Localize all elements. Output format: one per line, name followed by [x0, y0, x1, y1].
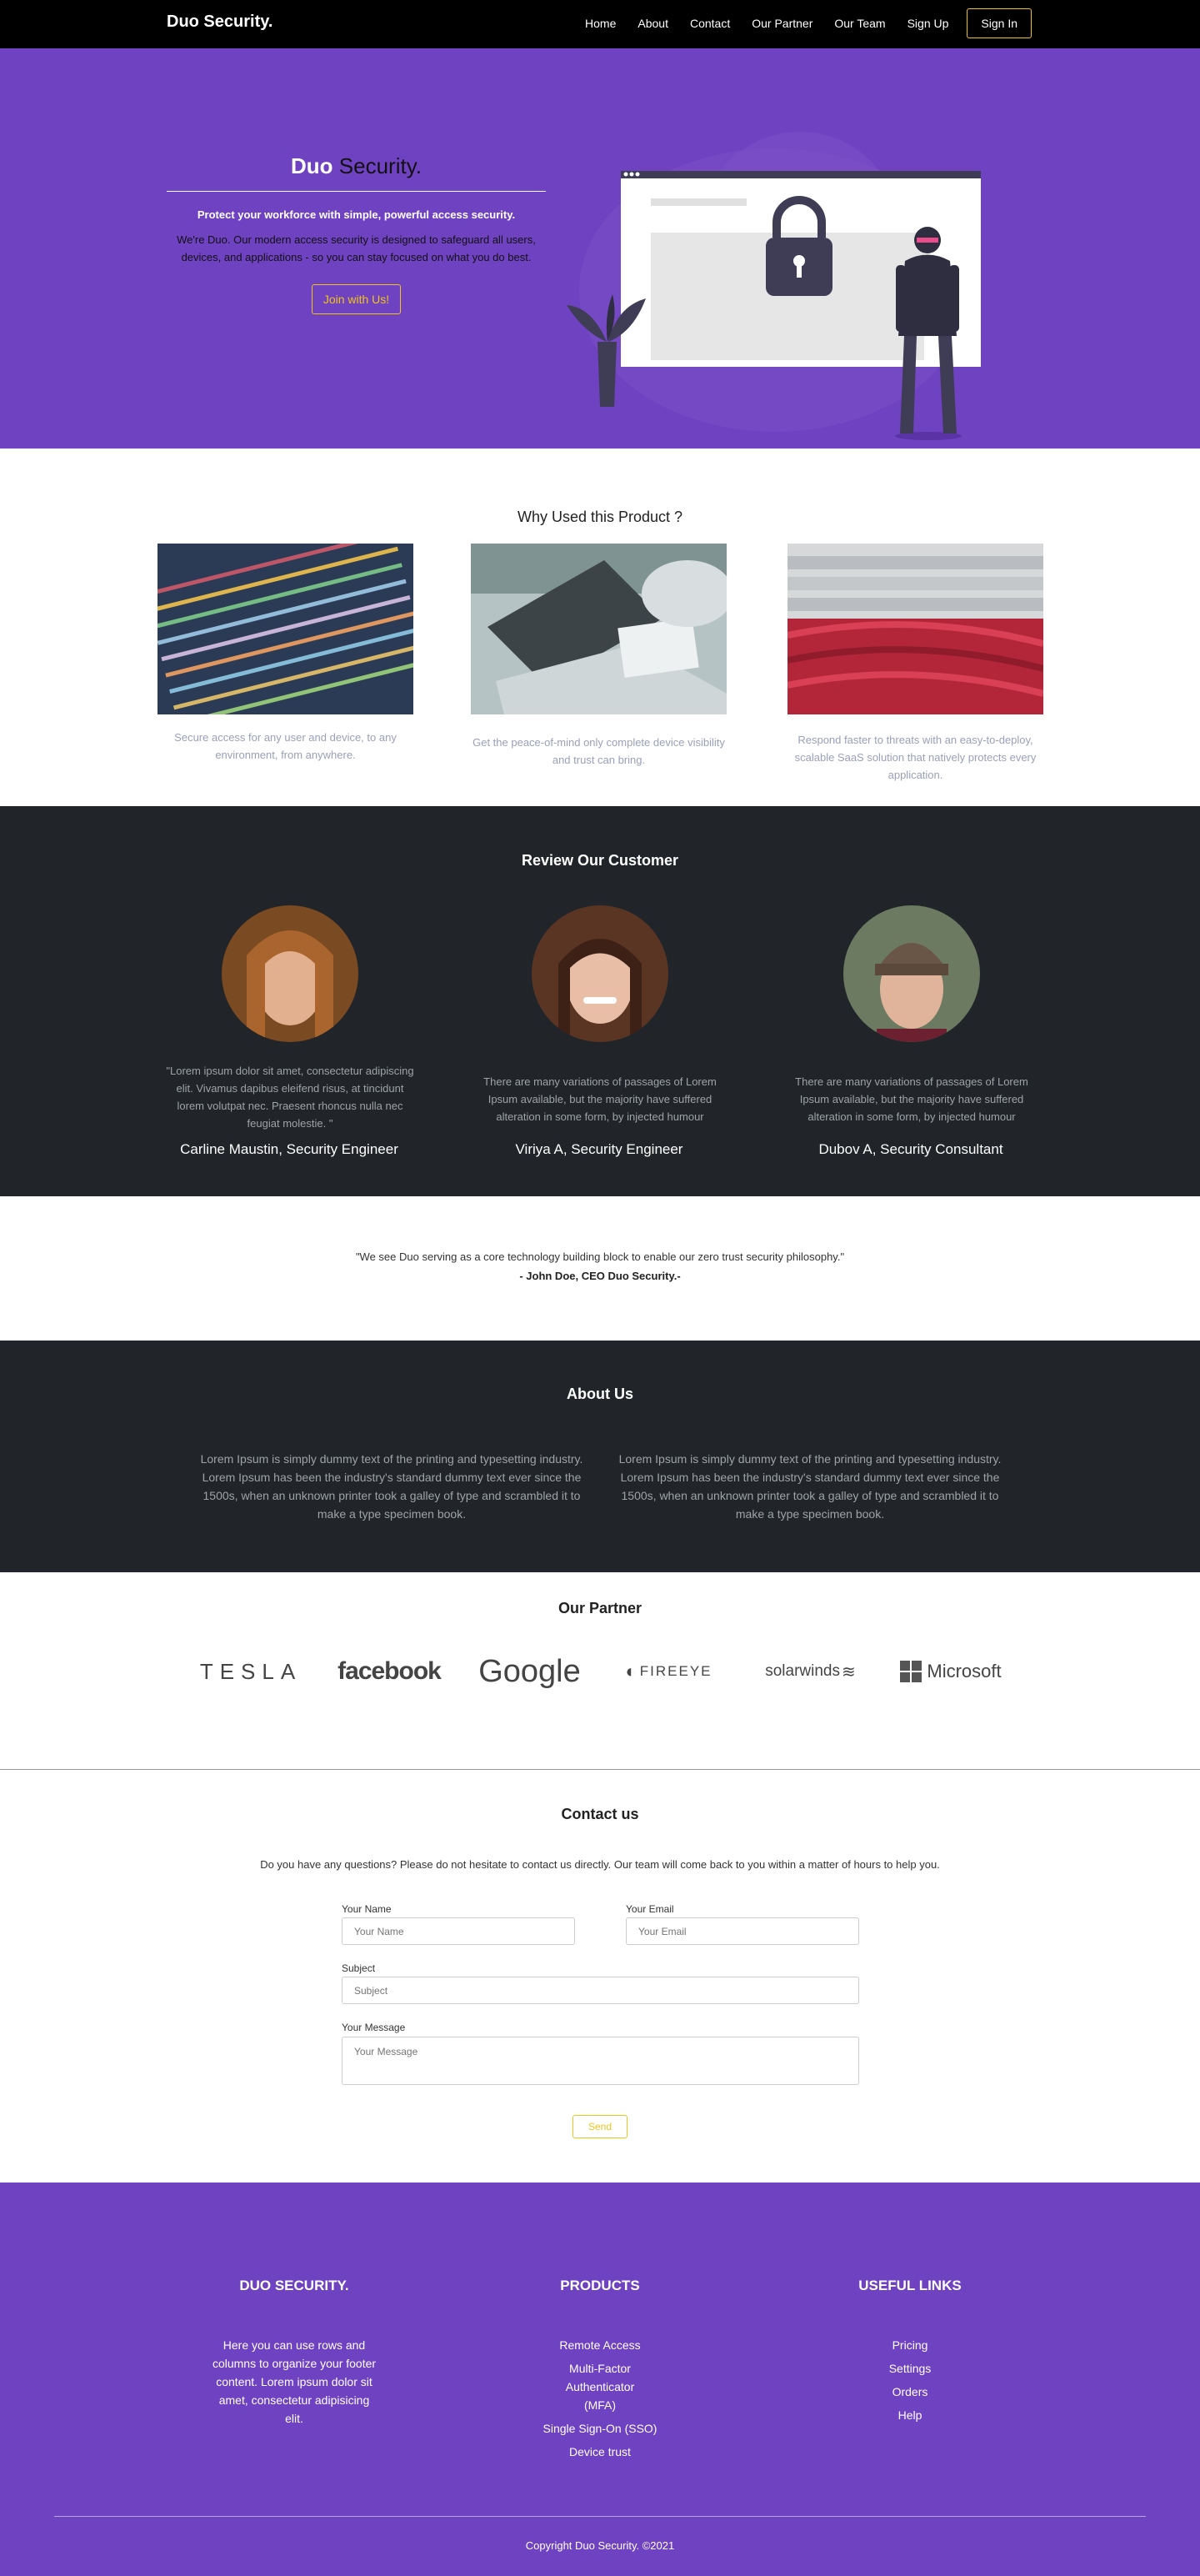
facebook-logo-text: facebook: [338, 1657, 442, 1685]
review-1-name: Carline Maustin, Security Engineer: [180, 1141, 398, 1157]
footer-links-title: USEFUL LINKS: [858, 2278, 962, 2293]
footer-link-remote-access[interactable]: Remote Access: [475, 2336, 725, 2354]
tesla-logo: TESLA: [197, 1655, 305, 1688]
brand-logo[interactable]: Duo Security.: [167, 13, 272, 32]
signin-button[interactable]: Sign In: [967, 8, 1032, 38]
copyright: Copyright Duo Security. ©2021: [525, 2539, 675, 2552]
subject-input[interactable]: [342, 1977, 859, 2004]
footer-divider: [54, 2516, 1146, 2517]
why-title: Why Used this Product ?: [517, 509, 683, 525]
footer-brand-text: Here you can use rows and columns to org…: [212, 2338, 377, 2425]
facebook-logo: facebook: [335, 1655, 443, 1688]
nav-partner-link[interactable]: Our Partner: [752, 17, 812, 30]
avatar: [532, 905, 668, 1042]
code-screen-image: [158, 544, 413, 714]
google-logo: Google: [473, 1653, 586, 1689]
reviews-section: Review Our Customer "Lorem ipsum dolor s…: [0, 806, 1200, 1196]
nav-team-link[interactable]: Our Team: [834, 17, 885, 30]
fireeye-logo-text: FIREEYE: [639, 1663, 712, 1679]
email-input[interactable]: [626, 1917, 859, 1945]
footer-link-pricing[interactable]: Pricing: [785, 2336, 1035, 2354]
nav-about-link[interactable]: About: [638, 17, 668, 30]
quote-text: "We see Duo serving as a core technology…: [355, 1250, 845, 1263]
avatar: [222, 905, 358, 1042]
footer-link-settings[interactable]: Settings: [785, 2359, 1035, 2378]
footer-about-column: DUO SECURITY. Here you can use rows and …: [169, 2278, 419, 2428]
footer-brand-title: DUO SECURITY.: [239, 2278, 349, 2293]
microsoft-icon: [900, 1661, 922, 1682]
about-section: About Us Lorem Ipsum is simply dummy tex…: [0, 1341, 1200, 1572]
contact-title: Contact us: [561, 1806, 639, 1822]
contact-intro: Do you have any questions? Please do not…: [260, 1858, 940, 1871]
google-logo-text: Google: [478, 1653, 581, 1689]
why-card-2-text: Get the peace-of-mind only complete devi…: [472, 736, 725, 766]
hero-divider: [167, 191, 546, 192]
hero-section: Duo Security. Protect your workforce wit…: [0, 48, 1200, 449]
fireeye-icon: ◐: [625, 1661, 637, 1681]
footer-link-sso[interactable]: Single Sign-On (SSO): [475, 2419, 725, 2438]
avatar: [843, 905, 980, 1042]
nav-signup-link[interactable]: Sign Up: [908, 17, 949, 30]
review-1-text: "Lorem ipsum dolor sit amet, consectetur…: [166, 1065, 414, 1130]
footer-link-orders[interactable]: Orders: [785, 2383, 1035, 2401]
footer-products-title: PRODUCTS: [560, 2278, 640, 2293]
about-column-1: Lorem Ipsum is simply dummy text of the …: [200, 1452, 583, 1521]
message-label: Your Message: [342, 2022, 406, 2033]
partner-title: Our Partner: [558, 1600, 642, 1616]
solarwinds-logo-text: solarwinds: [765, 1662, 840, 1680]
server-cables-image: [788, 544, 1043, 714]
reviews-title: Review Our Customer: [521, 852, 679, 869]
footer-link-mfa[interactable]: Multi-Factor Authenticator (MFA): [475, 2359, 725, 2414]
nav-home-link[interactable]: Home: [585, 17, 616, 30]
email-label: Your Email: [626, 1903, 674, 1915]
testimonial-quote: "We see Duo serving as a core technology…: [0, 1250, 1200, 1282]
review-3-name: Dubov A, Security Consultant: [818, 1141, 1003, 1157]
review-3-text: There are many variations of passages of…: [795, 1075, 1028, 1123]
hero-description: We're Duo. Our modern access security is…: [177, 233, 536, 263]
about-title: About Us: [567, 1386, 633, 1402]
section-divider: [0, 1769, 1200, 1770]
footer: DUO SECURITY. Here you can use rows and …: [0, 2183, 1200, 2576]
hero-title-rest: Security.: [332, 153, 422, 178]
message-input[interactable]: [342, 2037, 859, 2085]
hero-title-bold: Duo: [291, 153, 333, 178]
tesla-logo-text: TESLA: [199, 1658, 302, 1684]
name-label: Your Name: [342, 1903, 392, 1915]
microsoft-logo: Microsoft: [897, 1655, 1005, 1688]
send-button[interactable]: Send: [572, 2115, 628, 2138]
why-card-1-text: Secure access for any user and device, t…: [174, 731, 397, 761]
hero-title: Duo Security.: [167, 153, 546, 179]
join-button[interactable]: Join with Us!: [311, 284, 402, 314]
why-card-3-text: Respond faster to threats with an easy-t…: [794, 734, 1037, 781]
laptop-desk-image: [471, 544, 727, 714]
quote-author: - John Doe, CEO Duo Security.-: [519, 1270, 681, 1282]
nav-contact-link[interactable]: Contact: [690, 17, 730, 30]
microsoft-logo-text: Microsoft: [927, 1661, 1002, 1681]
about-column-2: Lorem Ipsum is simply dummy text of the …: [618, 1452, 1002, 1521]
security-illustration: [567, 132, 981, 440]
hero-text: Duo Security. Protect your workforce wit…: [167, 153, 546, 314]
nav-links: Home About Contact Our Partner Our Team …: [563, 8, 1032, 38]
solarwinds-icon: ≋: [842, 1662, 856, 1681]
footer-link-help[interactable]: Help: [785, 2406, 1035, 2424]
solarwinds-logo: solarwinds ≋: [754, 1655, 867, 1688]
navbar: Duo Security. Home About Contact Our Par…: [0, 0, 1200, 48]
fireeye-logo: ◐ FIREEYE: [617, 1655, 721, 1688]
footer-links-column: USEFUL LINKS Pricing Settings Orders Hel…: [785, 2278, 1035, 2429]
review-2-text: There are many variations of passages of…: [483, 1075, 717, 1123]
subject-label: Subject: [342, 1962, 376, 1974]
hero-tagline: Protect your workforce with simple, powe…: [197, 208, 516, 221]
footer-products-column: PRODUCTS Remote Access Multi-Factor Auth…: [475, 2278, 725, 2466]
footer-link-device-trust[interactable]: Device trust: [475, 2443, 725, 2461]
review-2-name: Viriya A, Security Engineer: [515, 1141, 683, 1157]
name-input[interactable]: [342, 1917, 575, 1945]
